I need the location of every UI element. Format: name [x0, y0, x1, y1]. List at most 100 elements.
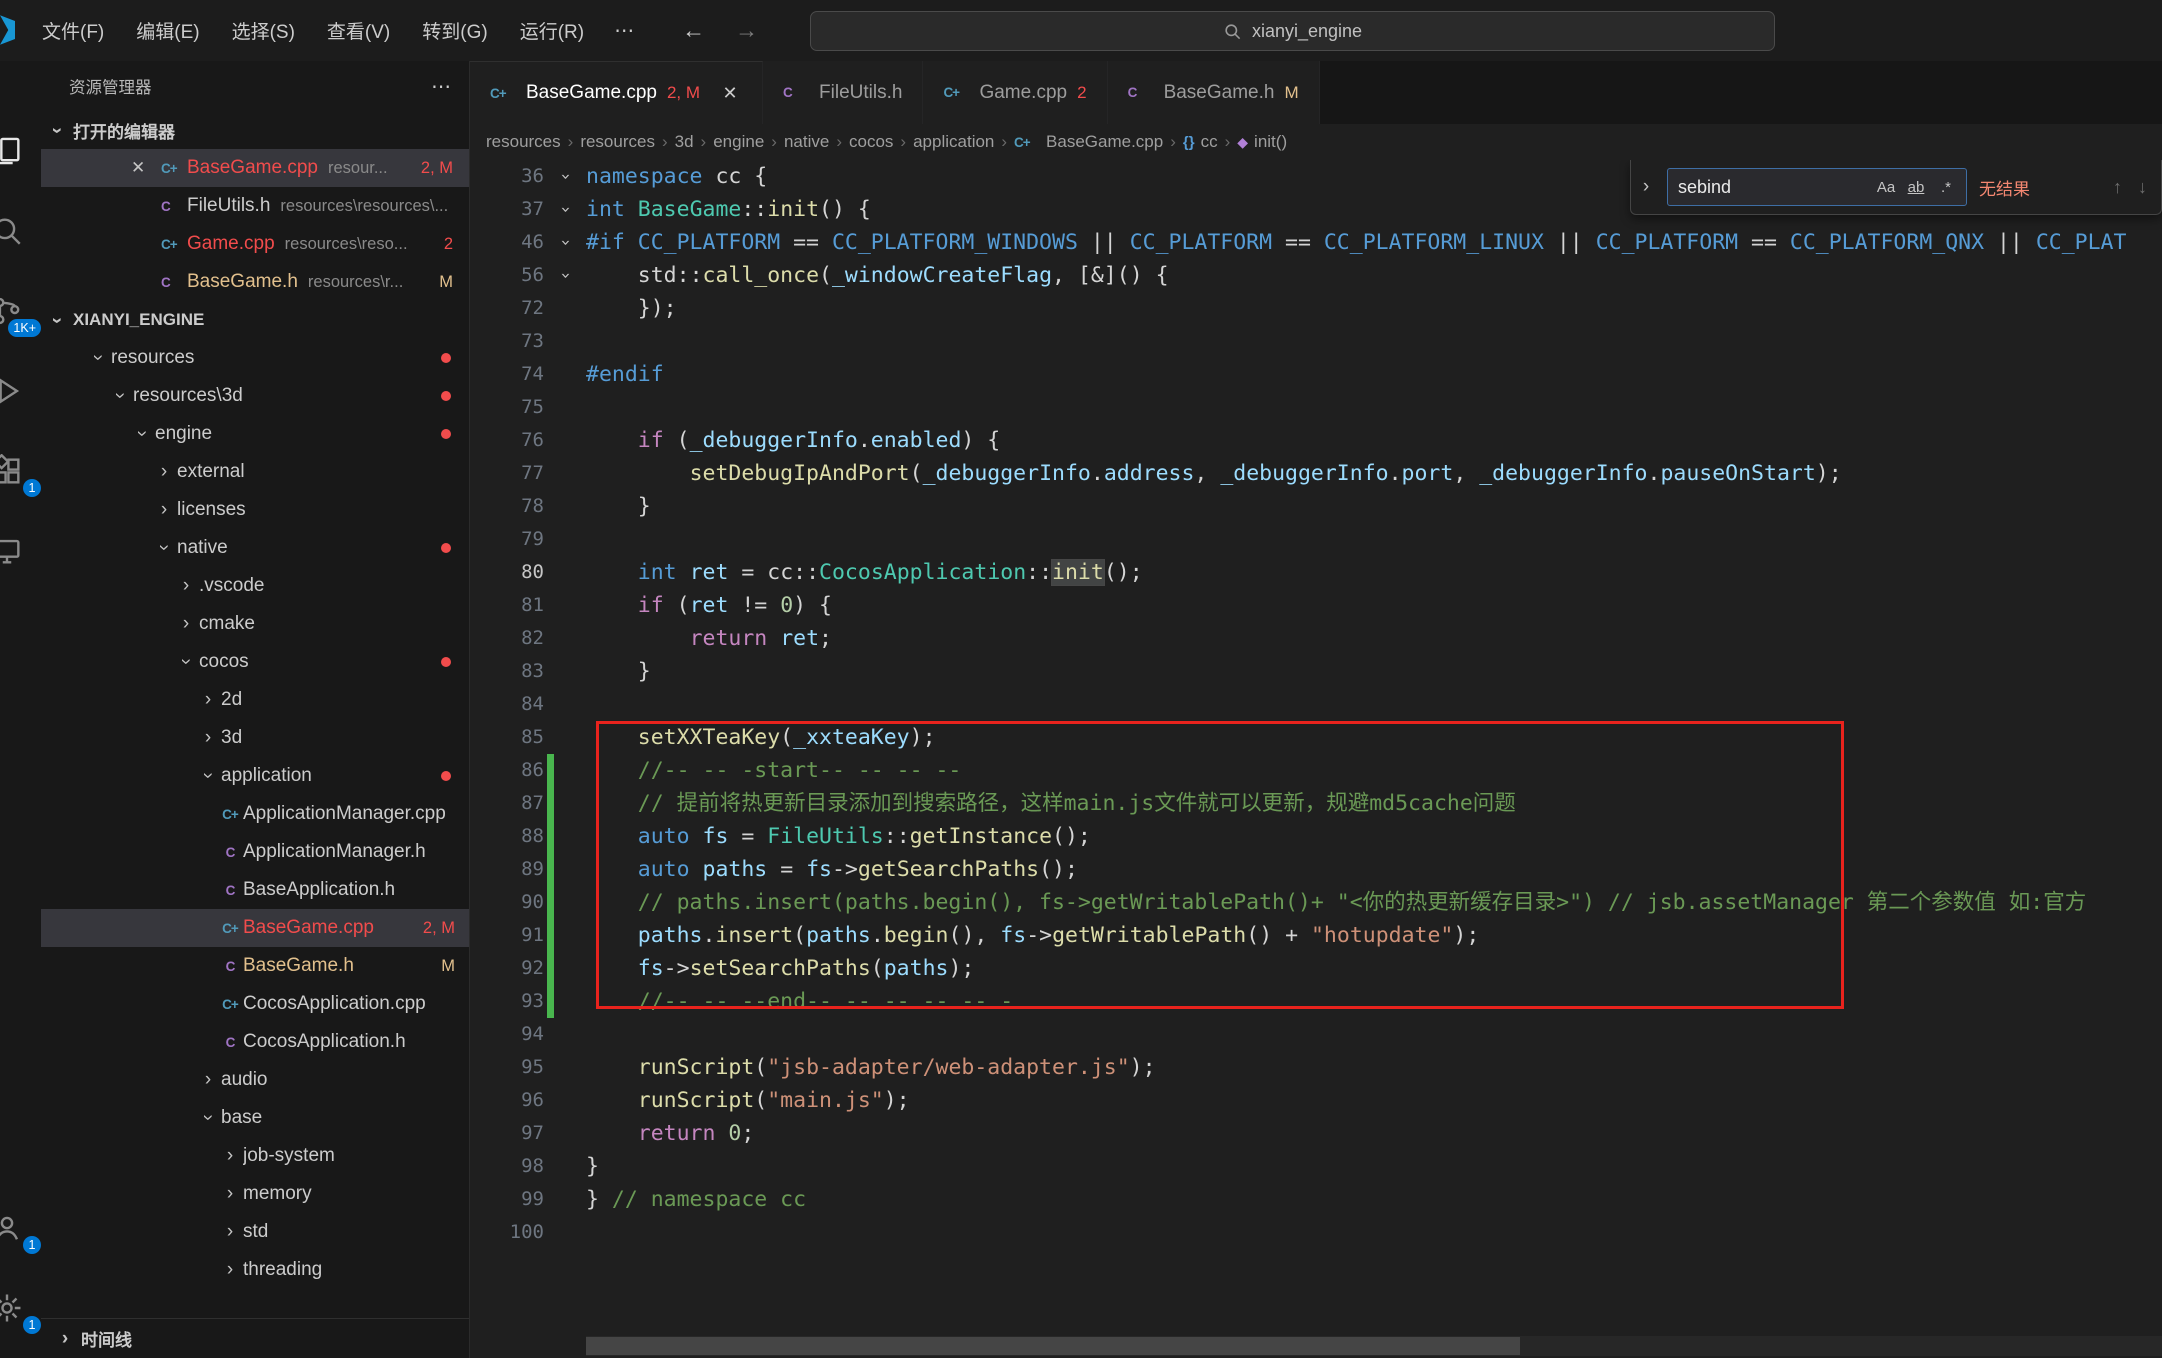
tree-item-cocosapplication-h[interactable]: CCocosApplication.h — [41, 1023, 469, 1061]
code-line-99[interactable]: 99} // namespace cc — [470, 1183, 2162, 1216]
menu-v[interactable]: 查看(V) — [311, 0, 406, 61]
breadcrumb-item-engine[interactable]: engine — [713, 132, 764, 152]
tree-item-resources[interactable]: ›resources — [41, 339, 469, 377]
fold-chevron-icon[interactable]: › — [549, 171, 582, 181]
menu-more-button[interactable]: ⋯ — [600, 18, 648, 43]
code-line-89[interactable]: 89 auto paths = fs->getSearchPaths(); — [470, 853, 2162, 886]
breadcrumb-item-native[interactable]: native — [784, 132, 829, 152]
tree-item-applicationmanager-cpp[interactable]: C+ApplicationManager.cpp — [41, 795, 469, 833]
timeline-section-header[interactable]: › 时间线 — [41, 1318, 469, 1358]
fold-chevron-icon[interactable]: › — [549, 270, 582, 280]
code-line-76[interactable]: 76 if (_debuggerInfo.enabled) { — [470, 424, 2162, 457]
code-line-98[interactable]: 98} — [470, 1150, 2162, 1183]
code-line-83[interactable]: 83 } — [470, 655, 2162, 688]
close-editor-icon[interactable]: ✕ — [131, 158, 161, 178]
code-line-74[interactable]: 74#endif — [470, 358, 2162, 391]
open-editor-item-basegame-cpp[interactable]: ✕C+BaseGame.cppresour...2, M — [41, 149, 469, 187]
regex-toggle[interactable]: .* — [1932, 173, 1960, 201]
code-line-73[interactable]: 73 — [470, 325, 2162, 358]
open-editor-item-game-cpp[interactable]: C+Game.cppresources\reso...2 — [41, 225, 469, 263]
breadcrumb-item-cocos[interactable]: cocos — [849, 132, 893, 152]
match-case-toggle[interactable]: Aa — [1872, 173, 1900, 201]
tree-item-basegame-h[interactable]: CBaseGame.hM — [41, 947, 469, 985]
tab-basegame-h[interactable]: CBaseGame.hM — [1108, 61, 1320, 124]
tree-item-std[interactable]: ›std — [41, 1213, 469, 1251]
fold-chevron-icon[interactable]: › — [549, 237, 582, 247]
command-center-search[interactable]: xianyi_engine — [810, 11, 1775, 51]
breadcrumb-item-cc[interactable]: {}cc — [1183, 132, 1218, 152]
find-input[interactable]: sebind Aa ab .* — [1667, 168, 1967, 206]
breadcrumb-item-basegame-cpp[interactable]: C+BaseGame.cpp — [1014, 132, 1163, 152]
tree-item-memory[interactable]: ›memory — [41, 1175, 469, 1213]
tree-item-cmake[interactable]: ›cmake — [41, 605, 469, 643]
tree-item-basegame-cpp[interactable]: C+BaseGame.cpp2, M — [41, 909, 469, 947]
code-line-86[interactable]: 86 //-- -- -start-- -- -- -- — [470, 754, 2162, 787]
open-editor-item-basegame-h[interactable]: CBaseGame.hresources\r...M — [41, 263, 469, 301]
code-line-88[interactable]: 88 auto fs = FileUtils::getInstance(); — [470, 820, 2162, 853]
tree-item-baseapplication-h[interactable]: CBaseApplication.h — [41, 871, 469, 909]
fold-chevron-icon[interactable]: › — [549, 204, 582, 214]
menu-f[interactable]: 文件(F) — [26, 0, 120, 61]
accounts-activity-button[interactable]: 1 — [0, 1188, 41, 1268]
menu-s[interactable]: 选择(S) — [216, 0, 311, 61]
tree-item-licenses[interactable]: ›licenses — [41, 491, 469, 529]
source-control-activity-button[interactable]: 1K+ — [0, 271, 41, 351]
tree-item-application[interactable]: ›application — [41, 757, 469, 795]
tab-fileutils-h[interactable]: CFileUtils.h — [763, 61, 923, 124]
tab-game-cpp[interactable]: C+Game.cpp2 — [923, 61, 1107, 124]
code-line-97[interactable]: 97 return 0; — [470, 1117, 2162, 1150]
project-root-header[interactable]: › XIANYI_ENGINE — [41, 301, 469, 339]
sidebar-more-actions-button[interactable]: ⋯ — [431, 74, 451, 99]
tree-item-vscode[interactable]: ›.vscode — [41, 567, 469, 605]
code-line-95[interactable]: 95 runScript("jsb-adapter/web-adapter.js… — [470, 1051, 2162, 1084]
tree-item-engine[interactable]: ›engine — [41, 415, 469, 453]
settings-gear-activity-button[interactable]: 1 — [0, 1268, 41, 1348]
breadcrumb-item-init[interactable]: ◆init() — [1237, 132, 1287, 152]
code-line-84[interactable]: 84 — [470, 688, 2162, 721]
code-line-96[interactable]: 96 runScript("main.js"); — [470, 1084, 2162, 1117]
tree-item-audio[interactable]: ›audio — [41, 1061, 469, 1099]
tree-item-threading[interactable]: ›threading — [41, 1251, 469, 1289]
run-debug-activity-button[interactable] — [0, 351, 41, 431]
next-match-button[interactable]: ↓ — [2138, 177, 2147, 198]
tree-item-cocos[interactable]: ›cocos — [41, 643, 469, 681]
code-line-72[interactable]: 72 }); — [470, 292, 2162, 325]
breadcrumb-item-resources[interactable]: resources — [580, 132, 655, 152]
code-line-93[interactable]: 93 //-- -- --end-- -- -- -- -- - — [470, 985, 2162, 1018]
close-tab-icon[interactable]: ✕ — [718, 81, 742, 105]
breadcrumb-item-application[interactable]: application — [913, 132, 994, 152]
tree-item-resources-3d[interactable]: ›resources\3d — [41, 377, 469, 415]
code-line-85[interactable]: 85 setXXTeaKey(_xxteaKey); — [470, 721, 2162, 754]
code-line-87[interactable]: 87 // 提前将热更新目录添加到搜索路径，这样main.js文件就可以更新，规… — [470, 787, 2162, 820]
code-line-94[interactable]: 94 — [470, 1018, 2162, 1051]
tab-basegame-cpp[interactable]: C+BaseGame.cpp2, M✕ — [470, 61, 763, 124]
previous-match-button[interactable]: ↑ — [2113, 177, 2122, 198]
tree-item-base[interactable]: ›base — [41, 1099, 469, 1137]
code-line-77[interactable]: 77 setDebugIpAndPort(_debuggerInfo.addre… — [470, 457, 2162, 490]
tree-item-3d[interactable]: ›3d — [41, 719, 469, 757]
open-editors-header[interactable]: › 打开的编辑器 — [41, 111, 469, 149]
code-line-46[interactable]: 46›#if CC_PLATFORM == CC_PLATFORM_WINDOW… — [470, 226, 2162, 259]
code-line-75[interactable]: 75 — [470, 391, 2162, 424]
breadcrumb-item-3d[interactable]: 3d — [675, 132, 694, 152]
code-line-90[interactable]: 90 // paths.insert(paths.begin(), fs->ge… — [470, 886, 2162, 919]
code-line-80[interactable]: 80 int ret = cc::CocosApplication::init(… — [470, 556, 2162, 589]
explorer-activity-button[interactable] — [0, 111, 41, 191]
code-line-82[interactable]: 82 return ret; — [470, 622, 2162, 655]
go-back-button[interactable]: ← — [682, 17, 705, 44]
tree-item-2d[interactable]: ›2d — [41, 681, 469, 719]
remote-explorer-activity-button[interactable] — [0, 511, 41, 591]
horizontal-scrollbar[interactable] — [586, 1336, 2162, 1356]
code-line-79[interactable]: 79 — [470, 523, 2162, 556]
toggle-replace-chevron-icon[interactable]: › — [1637, 176, 1655, 198]
tree-item-cocosapplication-cpp[interactable]: C+CocosApplication.cpp — [41, 985, 469, 1023]
menu-r[interactable]: 运行(R) — [504, 0, 600, 61]
search-activity-button[interactable] — [0, 191, 41, 271]
code-line-81[interactable]: 81 if (ret != 0) { — [470, 589, 2162, 622]
tree-item-job-system[interactable]: ›job-system — [41, 1137, 469, 1175]
open-editor-item-fileutils-h[interactable]: CFileUtils.hresources\resources\... — [41, 187, 469, 225]
code-line-92[interactable]: 92 fs->setSearchPaths(paths); — [470, 952, 2162, 985]
code-line-56[interactable]: 56› std::call_once(_windowCreateFlag, [&… — [470, 259, 2162, 292]
code-line-78[interactable]: 78 } — [470, 490, 2162, 523]
extensions-activity-button[interactable]: 1 — [0, 431, 41, 511]
